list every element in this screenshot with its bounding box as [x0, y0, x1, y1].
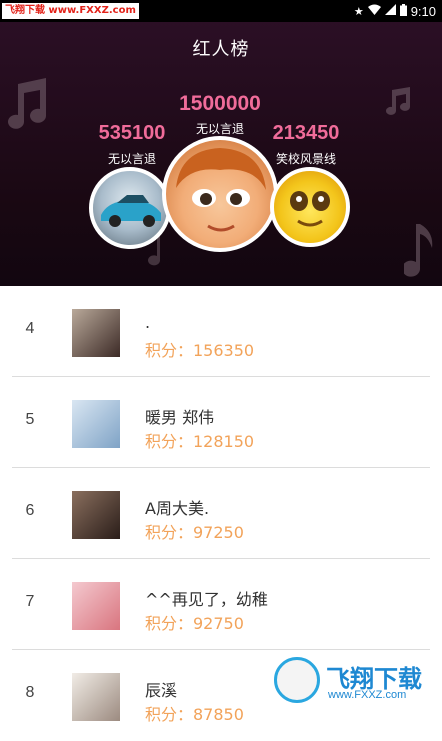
cartoon-boy-icon: [176, 148, 266, 232]
star-icon: ★: [353, 4, 364, 18]
watermark-logo-icon: [274, 657, 320, 703]
third-place-avatar[interactable]: [270, 167, 350, 247]
third-place-name: 笑校风景线: [275, 152, 336, 166]
watermark-bottom: 飞翔下载 www.FXXZ.com: [274, 655, 432, 707]
sports-car-icon: [101, 195, 161, 227]
user-points: 积分：128150: [145, 432, 255, 451]
first-place-avatar[interactable]: [162, 136, 278, 252]
second-place-name: 无以言退: [107, 152, 156, 166]
music-note-icon: [384, 86, 412, 116]
rank-number: 5: [25, 411, 35, 428]
user-points: 积分：87850: [145, 705, 244, 724]
user-name: A周大美.: [145, 499, 210, 518]
rank-number: 7: [25, 593, 35, 610]
user-name: 暖男 郑伟: [145, 408, 215, 427]
list-item[interactable]: 5 暖男 郑伟 积分：128150: [0, 377, 442, 468]
first-place-name: 无以言退: [195, 122, 244, 136]
user-points: 积分：156350: [145, 341, 255, 360]
signal-icon: [384, 4, 396, 18]
user-points: 积分：92750: [145, 614, 244, 633]
music-note-icon: [404, 222, 438, 282]
smiley-face-icon: [290, 191, 330, 227]
second-place-score: 535100: [98, 122, 166, 144]
leaderboard-hero: 红人榜 1500000 无以言退 535100 无以言退 213450 笑校风景…: [0, 22, 442, 286]
list-item[interactable]: 6 A周大美. 积分：97250: [0, 468, 442, 559]
watermark-top: 飞翔下载 www.FXXZ.com: [2, 3, 139, 19]
battery-icon: [399, 3, 407, 19]
third-place-score: 213450: [272, 122, 340, 144]
status-bar: 飞翔下载 www.FXXZ.com ★ 9:10: [0, 0, 442, 22]
wifi-icon: [367, 4, 381, 18]
avatar: [72, 491, 120, 539]
rank-number: 4: [25, 320, 35, 337]
user-name: ^^再见了，幼稚: [145, 590, 268, 609]
avatar: [72, 309, 120, 357]
status-icons: ★ 9:10: [354, 2, 436, 20]
first-place-score: 1500000: [179, 92, 261, 115]
music-note-icon: [4, 76, 50, 134]
user-points: 积分：97250: [145, 523, 244, 542]
list-item[interactable]: 4 . 积分：156350: [0, 286, 442, 377]
watermark-url: www.FXXZ.com: [328, 689, 407, 701]
rank-number: 8: [25, 684, 35, 701]
status-time: 9:10: [410, 3, 436, 19]
avatar: [72, 400, 120, 448]
second-place-avatar[interactable]: [89, 167, 171, 249]
page-title: 红人榜: [192, 39, 250, 60]
user-name: .: [145, 313, 151, 332]
avatar: [72, 582, 120, 630]
user-name: 辰溪: [145, 681, 178, 700]
rank-number: 6: [25, 502, 35, 519]
list-item[interactable]: 7 ^^再见了，幼稚 积分：92750: [0, 559, 442, 650]
